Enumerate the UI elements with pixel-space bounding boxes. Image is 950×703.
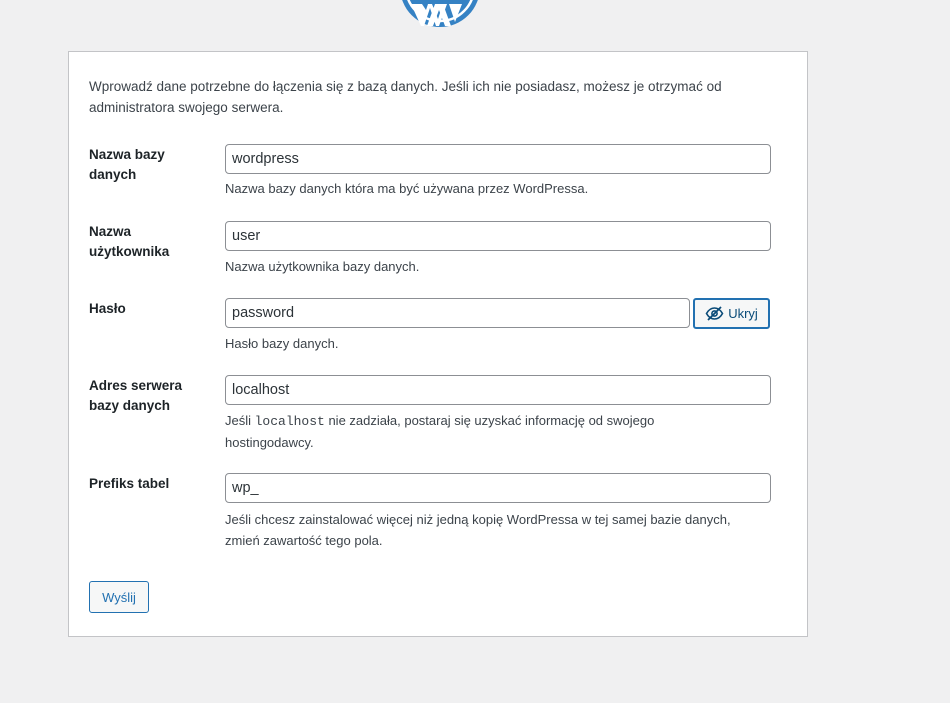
eye-slash-icon [705, 306, 724, 321]
dbhost-input[interactable] [225, 375, 771, 405]
prefix-label: Prefiks tabel [89, 476, 170, 491]
password-input[interactable] [225, 298, 690, 328]
dbname-description: Nazwa bazy danych która ma być używana p… [225, 181, 589, 196]
prefix-description: Jeśli chcesz zainstalować więcej niż jed… [225, 512, 731, 548]
dbhost-description-before: Jeśli [225, 413, 255, 428]
setup-form-card: Wprowadź dane potrzebne do łączenia się … [68, 51, 808, 637]
username-label: Nazwa użytkownika [89, 224, 170, 259]
submit-button[interactable]: Wyślij [89, 581, 149, 613]
wordpress-logo-icon [399, 0, 481, 28]
password-description: Hasło bazy danych. [225, 336, 339, 351]
intro-text: Wprowadź dane potrzebne do łączenia się … [89, 79, 722, 115]
dbhost-label: Adres serwera bazy danych [89, 378, 183, 413]
dbhost-description-code: localhost [254, 414, 325, 429]
prefix-input[interactable] [225, 473, 771, 503]
password-label: Hasło [89, 301, 126, 316]
dbhost-description: Jeśli localhost nie zadziała, postaraj s… [225, 410, 745, 453]
hide-password-label: Ukryj [728, 306, 758, 321]
hide-password-button[interactable]: Ukryj [693, 298, 770, 329]
dbname-label: Nazwa bazy danych [89, 147, 165, 182]
username-input[interactable] [225, 221, 771, 251]
dbname-input[interactable] [225, 144, 771, 174]
username-description: Nazwa użytkownika bazy danych. [225, 259, 420, 274]
